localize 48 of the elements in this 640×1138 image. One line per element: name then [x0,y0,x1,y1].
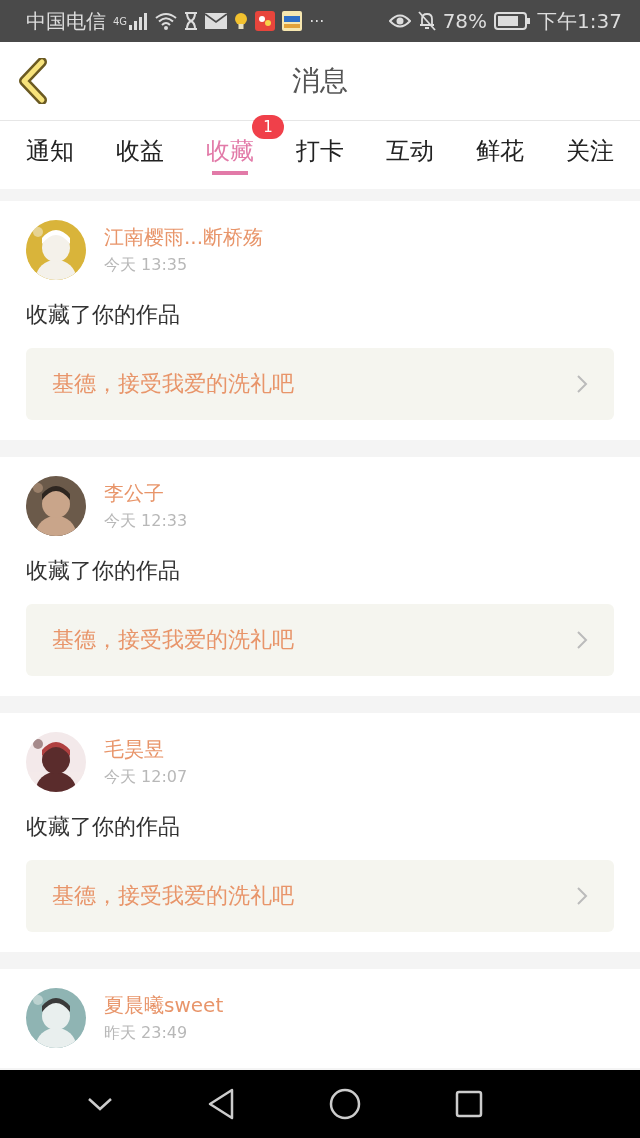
app-icon [255,11,276,31]
work-link[interactable]: 基德，接受我爱的洗礼吧 [26,604,614,676]
mail-icon [205,13,228,29]
message-time: 昨天 23:49 [104,1023,189,1044]
work-title: 基德，接受我爱的洗礼吧 [52,882,294,910]
more-notifications: ··· [309,11,325,31]
app-icon [282,11,303,31]
message-text: 收藏了你的作品 [26,813,181,841]
hourglass-icon [184,12,199,30]
message-time: 今天 13:35 [104,255,189,276]
message-text: 收藏了你的作品 [26,301,181,329]
message-text: 收藏了你的作品 [26,557,181,585]
eye-icon [388,13,411,29]
tab[interactable]: 鲜花 [476,127,524,179]
work-link[interactable]: 基德，接受我爱的洗礼吧 [26,348,614,420]
tab[interactable]: 通知 [26,127,74,179]
back-icon[interactable] [207,1088,235,1120]
chevron-right-icon [576,630,588,650]
carrier-name: 中国电信 [26,7,106,35]
user-name[interactable]: 江南樱雨...断桥殇 [104,224,264,251]
chevron-right-icon [576,886,588,906]
tab[interactable]: 关注 [566,127,614,179]
user-name[interactable]: 李公子 [104,480,188,507]
battery-icon [494,12,531,30]
bell-off-icon [417,11,436,31]
hide-icon[interactable] [87,1096,113,1112]
back-icon[interactable] [16,58,50,104]
message-time: 今天 12:33 [104,511,188,532]
battery-level: 78% [442,9,488,33]
chevron-right-icon [576,374,588,394]
work-title: 基德，接受我爱的洗礼吧 [52,626,294,654]
tab[interactable]: 打卡 [296,127,344,179]
user-name[interactable]: 夏晨曦sweet [104,992,224,1019]
count-badge: 1 [252,115,284,139]
clock: 下午1:37 [537,7,622,35]
lightbulb-icon [234,12,249,30]
user-name[interactable]: 毛昊昱 [104,736,188,763]
work-title: 基德，接受我爱的洗礼吧 [52,370,294,398]
message-time: 今天 12:07 [104,767,188,788]
signal-icon [128,12,149,30]
page-title: 消息 [292,63,348,99]
home-icon[interactable] [329,1088,361,1120]
wifi-icon [155,12,178,30]
tab[interactable]: 收益 [116,127,164,179]
network-type: 4G [113,15,128,27]
work-link[interactable]: 基德，接受我爱的洗礼吧 [26,860,614,932]
tab[interactable]: 互动 [386,127,434,179]
recents-icon[interactable] [455,1090,483,1118]
